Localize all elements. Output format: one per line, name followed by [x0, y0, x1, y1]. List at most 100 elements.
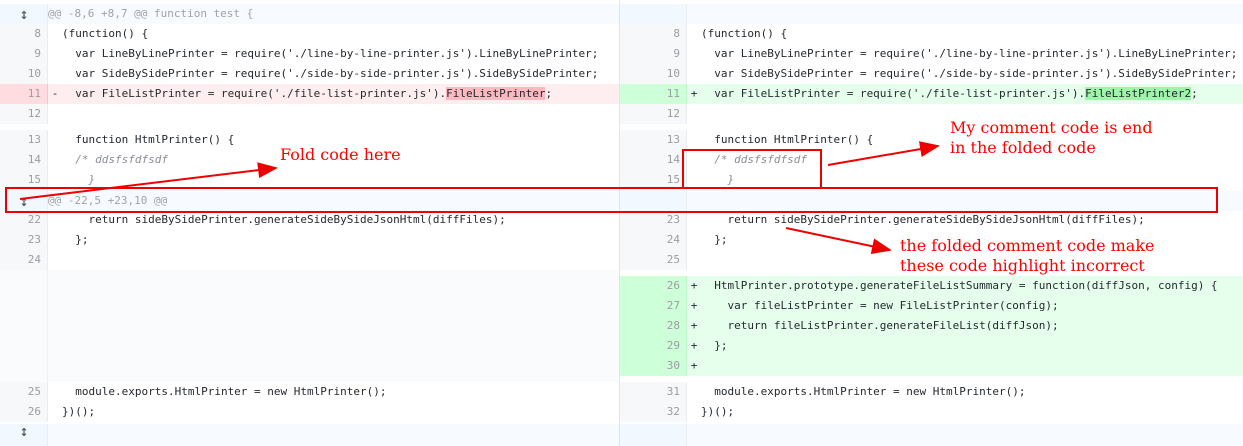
hunk-header-row: @@ -8,6 +8,7 @@ function test {	[0, 4, 619, 24]
line-number[interactable]: 8	[620, 24, 687, 44]
line-number[interactable]: 14	[0, 150, 48, 170]
diff-line-row: 12	[0, 104, 619, 124]
diff-line-row: 30 +	[620, 356, 1243, 376]
line-number[interactable]: 11	[0, 84, 48, 104]
code-text: var LineByLinePrinter = require('./line-…	[701, 47, 1238, 60]
hunk-footer-row	[0, 424, 619, 446]
split-diff-view: @@ -8,6 +8,7 @@ function test {@@ -22,5 …	[0, 0, 1243, 446]
code-text: var SideBySidePrinter = require('./side-…	[701, 67, 1238, 80]
code-text: HtmlPrinter.prototype.generateFileListSu…	[701, 279, 1218, 292]
line-number[interactable]: 8	[0, 24, 48, 44]
annotation-comment-end: My comment code is end in the folded cod…	[950, 118, 1153, 158]
code-line	[48, 270, 619, 382]
code-text: function HtmlPrinter() {	[62, 133, 235, 146]
empty-filler-row	[0, 270, 619, 382]
code-text: return sideBySidePrinter.generateSideByS…	[701, 213, 1145, 226]
code-line	[687, 4, 1243, 24]
code-text: })();	[62, 405, 96, 418]
line-number[interactable]: 27	[620, 296, 687, 316]
code-line: var SideBySidePrinter = require('./side-…	[687, 64, 1243, 84]
code-line: + return fileListPrinter.generateFileLis…	[687, 316, 1243, 336]
code-text: var LineByLinePrinter = require('./line-…	[62, 47, 599, 60]
line-number[interactable]: 25	[620, 250, 687, 270]
line-number[interactable]: 24	[620, 230, 687, 250]
line-number[interactable]: 25	[0, 382, 48, 402]
hunk-header-text: @@ -8,6 +8,7 @@ function test {	[48, 7, 254, 20]
code-text: module.exports.HtmlPrinter = new HtmlPri…	[701, 385, 1026, 398]
code-text: }	[62, 173, 96, 186]
code-line: module.exports.HtmlPrinter = new HtmlPri…	[687, 382, 1243, 402]
line-number[interactable]: 31	[620, 382, 687, 402]
line-number[interactable]	[620, 424, 687, 446]
line-number[interactable]: 26	[0, 402, 48, 422]
diff-line-row: 23 };	[0, 230, 619, 250]
diff-line-row: 31 module.exports.HtmlPrinter = new Html…	[620, 382, 1243, 402]
line-number[interactable]: 24	[0, 250, 48, 270]
diff-line-row: 8 (function() {	[620, 24, 1243, 44]
code-line: (function() {	[48, 24, 619, 44]
code-text: ;	[1191, 87, 1198, 100]
code-line: + HtmlPrinter.prototype.generateFileList…	[687, 276, 1243, 296]
diff-sign: +	[690, 299, 698, 312]
line-number[interactable]: 10	[620, 64, 687, 84]
diff-line-row: 23 return sideBySidePrinter.generateSide…	[620, 210, 1243, 230]
line-number[interactable]: 11	[620, 84, 687, 104]
line-number[interactable]	[620, 4, 687, 24]
code-text: (function() {	[701, 27, 788, 40]
code-text: module.exports.HtmlPrinter = new HtmlPri…	[62, 385, 387, 398]
unfold-icon[interactable]: ↕	[16, 421, 32, 441]
line-number[interactable]: 22	[0, 210, 48, 230]
code-line: })();	[48, 402, 619, 422]
code-text: };	[701, 339, 728, 352]
diff-line-row: 32 })();	[620, 402, 1243, 422]
line-number[interactable]: 13	[620, 130, 687, 150]
diff-line-row: 10 var SideBySidePrinter = require('./si…	[620, 64, 1243, 84]
line-number[interactable]: 26	[620, 276, 687, 296]
code-line	[687, 424, 1243, 446]
line-number[interactable]	[0, 270, 48, 382]
line-number[interactable]: 23	[0, 230, 48, 250]
diff-line-row: 24	[0, 250, 619, 270]
code-line: + var FileListPrinter = require('./file-…	[687, 84, 1243, 104]
diff-line-row: 11- var FileListPrinter = require('./fil…	[0, 84, 619, 104]
code-line: return sideBySidePrinter.generateSideByS…	[48, 210, 619, 230]
diff-sign: +	[690, 319, 698, 332]
hunk-header-row	[620, 4, 1243, 24]
diff-line-row: 26 })();	[0, 402, 619, 422]
code-line: };	[48, 230, 619, 250]
line-number[interactable]: 14	[620, 150, 687, 170]
diff-line-row: 26 + HtmlPrinter.prototype.generateFileLi…	[620, 276, 1243, 296]
code-text: var FileListPrinter = require('./file-li…	[701, 87, 1086, 100]
line-number[interactable]: 30	[620, 356, 687, 376]
code-text: };	[62, 233, 89, 246]
line-number[interactable]: 32	[620, 402, 687, 422]
line-number[interactable]: 23	[620, 210, 687, 230]
diff-sign: +	[690, 359, 698, 372]
diff-line-row: 10 var SideBySidePrinter = require('./si…	[0, 64, 619, 84]
line-number[interactable]: 9	[620, 44, 687, 64]
hunk-footer-row	[620, 424, 1243, 446]
unfold-icon[interactable]: ↕	[16, 4, 32, 24]
code-line: +	[687, 356, 1243, 376]
code-line: + };	[687, 336, 1243, 356]
line-number[interactable]: 29	[620, 336, 687, 356]
line-number[interactable]: 10	[0, 64, 48, 84]
code-text: };	[701, 233, 728, 246]
diff-line-row: 22 return sideBySidePrinter.generateSide…	[0, 210, 619, 230]
diff-sign: +	[690, 279, 698, 292]
line-number[interactable]: 12	[0, 104, 48, 124]
line-number[interactable]: 12	[620, 104, 687, 124]
annotation-fold-code: Fold code here	[280, 145, 401, 165]
code-text: /* ddsfsfdfsdf	[62, 153, 168, 166]
diff-sign: -	[51, 87, 59, 100]
diff-line-row: 8 (function() {	[0, 24, 619, 44]
line-number[interactable]: 9	[0, 44, 48, 64]
line-number[interactable]: 28	[620, 316, 687, 336]
line-number[interactable]: 13	[0, 130, 48, 150]
code-text: var SideBySidePrinter = require('./side-…	[62, 67, 599, 80]
code-line: })();	[687, 402, 1243, 422]
code-text: return fileListPrinter.generateFileList(…	[701, 319, 1059, 332]
code-line: module.exports.HtmlPrinter = new HtmlPri…	[48, 382, 619, 402]
code-text: })();	[701, 405, 735, 418]
